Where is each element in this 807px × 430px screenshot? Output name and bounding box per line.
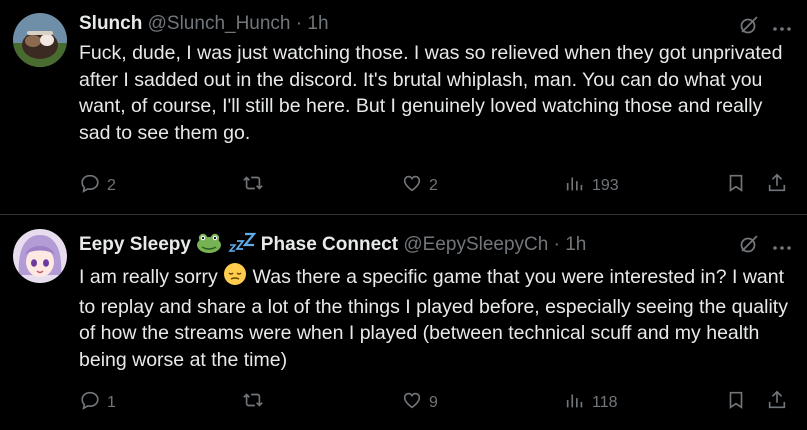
reply-count: 1 (107, 393, 116, 411)
avatar[interactable] (13, 229, 67, 283)
tweet[interactable]: Slunch @Slunch_Hunch · 1h Fuck, dude, I … (0, 0, 807, 215)
frog-emoji-icon (196, 231, 222, 260)
like-button[interactable]: 9 (401, 389, 438, 416)
relieved-face-emoji-icon (223, 262, 247, 294)
reply-icon (79, 389, 101, 416)
tweet-text: I am really sorry Was there a specific g… (79, 262, 799, 373)
share-button[interactable] (766, 389, 788, 416)
reply-button[interactable]: 1 (79, 389, 116, 416)
bookmark-button[interactable] (725, 172, 747, 199)
like-count: 9 (429, 393, 438, 411)
like-button[interactable]: 2 (401, 172, 438, 199)
like-count: 2 (429, 176, 438, 194)
retweet-button[interactable] (242, 389, 270, 416)
retweet-icon (242, 389, 264, 416)
share-icon (766, 389, 788, 416)
like-icon (401, 172, 423, 199)
views-count: 118 (592, 393, 618, 411)
more-icon[interactable] (772, 19, 792, 37)
views-icon (564, 172, 586, 199)
grok-icon[interactable] (738, 233, 760, 260)
tweet-text-start: I am really sorry (79, 266, 218, 288)
tweet-top-actions (738, 14, 792, 41)
retweet-icon (242, 172, 264, 199)
bookmark-icon (725, 172, 747, 199)
views-count: 193 (592, 176, 619, 194)
zzz-icon (227, 231, 256, 260)
timestamp[interactable]: · 1h (554, 234, 587, 255)
views-icon (564, 389, 586, 416)
user-handle[interactable]: @EepySleepyCh (403, 234, 548, 255)
tweet-top-actions (738, 233, 792, 260)
user-handle[interactable]: @Slunch_Hunch (148, 13, 291, 34)
display-name-suffix[interactable]: Phase Connect (261, 234, 398, 255)
reply-count: 2 (107, 176, 116, 194)
tweet-actions: 1 9 118 (79, 389, 799, 413)
views-button[interactable]: 193 (564, 172, 619, 199)
share-button[interactable] (766, 172, 788, 199)
tweet-header: Slunch @Slunch_Hunch · 1h (79, 12, 717, 36)
avatar[interactable] (13, 13, 67, 67)
like-icon (401, 389, 423, 416)
tweet[interactable]: Eepy Sleepy Phase Connect @EepySleepyCh … (0, 215, 807, 430)
retweet-button[interactable] (242, 172, 270, 199)
tweet-actions: 2 2 193 (79, 172, 799, 196)
more-icon[interactable] (772, 238, 792, 256)
display-name[interactable]: Slunch (79, 13, 142, 34)
tweet-header: Eepy Sleepy Phase Connect @EepySleepyCh … (79, 231, 717, 255)
tweet-text: Fuck, dude, I was just watching those. I… (79, 42, 783, 144)
views-button[interactable]: 118 (564, 389, 618, 416)
share-icon (766, 172, 788, 199)
timestamp[interactable]: · 1h (296, 13, 329, 34)
reply-icon (79, 172, 101, 199)
bookmark-button[interactable] (725, 389, 747, 416)
reply-button[interactable]: 2 (79, 172, 116, 199)
display-name[interactable]: Eepy Sleepy (79, 234, 191, 255)
grok-icon[interactable] (738, 14, 760, 41)
bookmark-icon (725, 389, 747, 416)
